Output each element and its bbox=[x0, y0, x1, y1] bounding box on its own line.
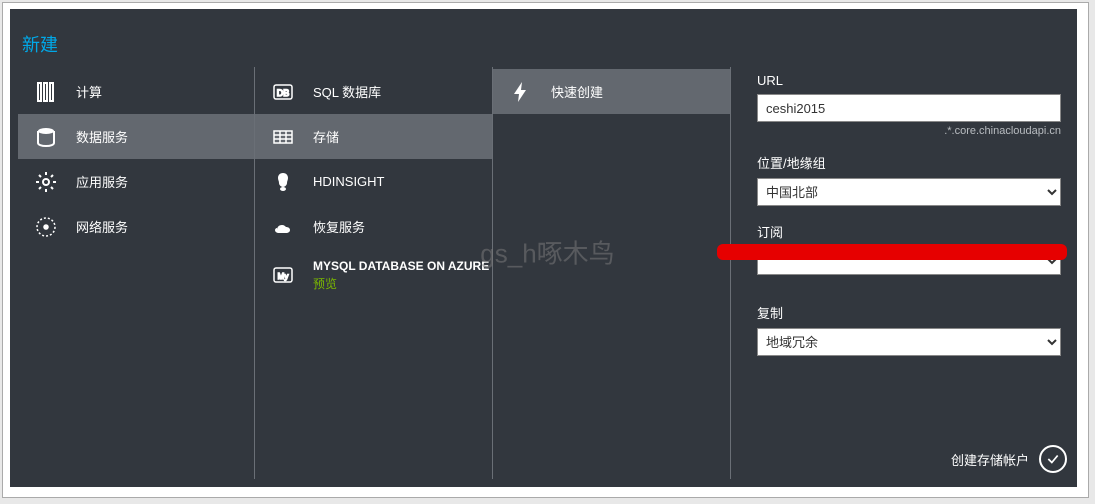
storage-icon bbox=[269, 123, 297, 151]
menu-label: 快速创建 bbox=[551, 82, 730, 101]
service-recovery[interactable]: 恢复服务 bbox=[255, 204, 492, 249]
service-sql-database[interactable]: DB SQL 数据库 bbox=[255, 69, 492, 114]
action-quick-create[interactable]: 快速创建 bbox=[493, 69, 730, 114]
svg-text:x: x bbox=[43, 133, 50, 144]
create-panel: 新建 计算 x 数据服务 应用服务 bbox=[10, 9, 1077, 487]
category-compute[interactable]: 计算 bbox=[18, 69, 254, 114]
preview-badge: 预览 bbox=[313, 275, 489, 292]
menu-labels: MYSQL DATABASE ON AZURE 预览 bbox=[313, 259, 489, 292]
compute-icon bbox=[32, 78, 60, 106]
data-icon: x bbox=[32, 123, 60, 151]
subscription-group: 订阅 bbox=[757, 222, 1061, 275]
location-label: 位置/地缘组 bbox=[757, 153, 1061, 172]
app-icon bbox=[32, 168, 60, 196]
replication-label: 复制 bbox=[757, 303, 1061, 322]
menu-label: 恢复服务 bbox=[313, 217, 492, 236]
url-group: URL .*.core.chinacloudapi.cn bbox=[757, 73, 1061, 137]
menu-label: SQL 数据库 bbox=[313, 82, 492, 101]
menu-label: 应用服务 bbox=[76, 172, 254, 191]
lightning-icon bbox=[507, 78, 535, 106]
replication-group: 复制 地域冗余 bbox=[757, 303, 1061, 356]
category-data-services[interactable]: x 数据服务 bbox=[18, 114, 254, 159]
menu-label: MYSQL DATABASE ON AZURE bbox=[313, 259, 489, 273]
location-group: 位置/地缘组 中国北部 bbox=[757, 153, 1061, 206]
svg-text:DB: DB bbox=[277, 88, 290, 98]
panel-title: 新建 bbox=[22, 35, 58, 55]
submit-button[interactable] bbox=[1039, 445, 1067, 473]
columns: 计算 x 数据服务 应用服务 网络服务 bbox=[10, 67, 1077, 487]
recovery-icon bbox=[269, 213, 297, 241]
menu-label: 数据服务 bbox=[76, 127, 254, 146]
menu-label: 网络服务 bbox=[76, 217, 254, 236]
panel-footer: 创建存储帐户 bbox=[951, 439, 1067, 479]
hdinsight-icon bbox=[269, 168, 297, 196]
form-column: URL .*.core.chinacloudapi.cn 位置/地缘组 中国北部… bbox=[730, 67, 1061, 479]
outer-frame: 新建 计算 x 数据服务 应用服务 bbox=[2, 2, 1089, 498]
menu-label: 存储 bbox=[313, 127, 492, 146]
subscription-label: 订阅 bbox=[757, 222, 1061, 241]
action-column: 快速创建 bbox=[492, 67, 730, 479]
network-icon bbox=[32, 213, 60, 241]
category-app-services[interactable]: 应用服务 bbox=[18, 159, 254, 204]
check-icon bbox=[1046, 452, 1060, 466]
category-network-services[interactable]: 网络服务 bbox=[18, 204, 254, 249]
service-storage[interactable]: 存储 bbox=[255, 114, 492, 159]
category-column: 计算 x 数据服务 应用服务 网络服务 bbox=[18, 67, 254, 479]
service-hdinsight[interactable]: HDINSIGHT bbox=[255, 159, 492, 204]
db-icon: DB bbox=[269, 78, 297, 106]
url-input[interactable] bbox=[757, 94, 1061, 122]
submit-label: 创建存储帐户 bbox=[951, 450, 1029, 469]
replication-select[interactable]: 地域冗余 bbox=[757, 328, 1061, 356]
panel-header: 新建 bbox=[10, 9, 1077, 67]
service-mysql-azure[interactable]: My MYSQL DATABASE ON AZURE 预览 bbox=[255, 249, 492, 302]
menu-label: HDINSIGHT bbox=[313, 174, 492, 189]
menu-label: 计算 bbox=[76, 82, 254, 101]
svg-text:My: My bbox=[278, 272, 289, 281]
subscription-select[interactable] bbox=[757, 247, 1061, 275]
mysql-icon: My bbox=[269, 261, 297, 289]
service-column: DB SQL 数据库 存储 HDINSIGHT 恢复服务 bbox=[254, 67, 492, 479]
location-select[interactable]: 中国北部 bbox=[757, 178, 1061, 206]
url-label: URL bbox=[757, 73, 1061, 88]
url-suffix: .*.core.chinacloudapi.cn bbox=[757, 125, 1061, 137]
